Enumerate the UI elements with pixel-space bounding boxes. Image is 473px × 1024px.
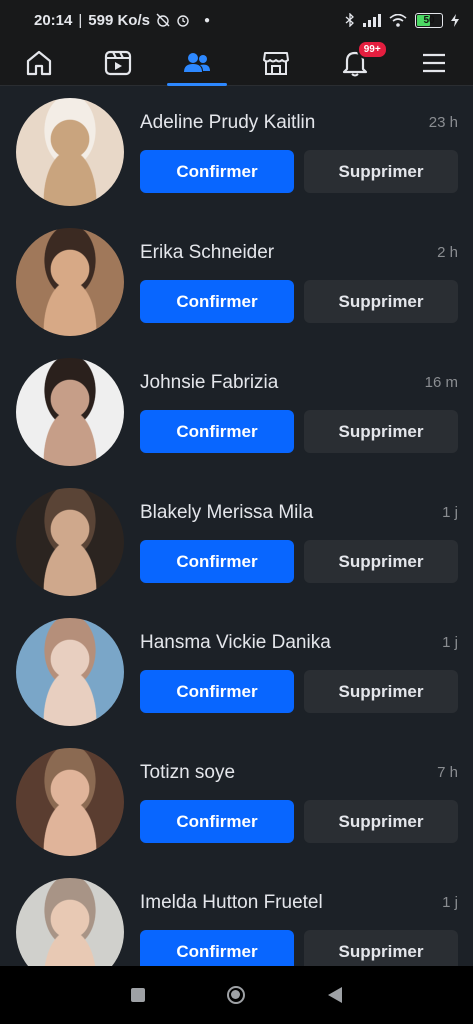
tab-menu[interactable]	[404, 40, 464, 86]
avatar[interactable]	[16, 228, 124, 336]
confirm-button[interactable]: Confirmer	[140, 540, 294, 583]
tab-home[interactable]	[9, 40, 69, 86]
tab-friends[interactable]	[167, 40, 228, 86]
request-time: 23 h	[428, 114, 458, 131]
video-icon	[105, 50, 132, 75]
friend-request-row: Hansma Vickie Danika 1 j Confirmer Suppr…	[0, 606, 473, 736]
status-time: 20:14	[34, 11, 73, 29]
top-navigation: 99+	[0, 39, 473, 86]
request-name[interactable]: Johnsie Fabrizia	[140, 372, 278, 394]
delete-button[interactable]: Supprimer	[304, 540, 458, 583]
request-time: 2 h	[437, 244, 458, 261]
confirm-button[interactable]: Confirmer	[140, 930, 294, 966]
request-time: 1 j	[442, 504, 458, 521]
request-name[interactable]: Adeline Prudy Kaitlin	[140, 112, 315, 134]
request-time: 16 m	[424, 374, 458, 391]
status-bar: 20:14 | 599 Ko/s ● 50	[0, 0, 473, 40]
delete-button[interactable]: Supprimer	[304, 150, 458, 193]
dot-icon: ●	[203, 14, 211, 26]
friend-request-row: Imelda Hutton Fruetel 1 j Confirmer Supp…	[0, 866, 473, 966]
signal-icon	[363, 13, 381, 27]
home-icon	[27, 50, 52, 75]
delete-button[interactable]: Supprimer	[304, 670, 458, 713]
request-name[interactable]: Blakely Merissa Mila	[140, 502, 313, 524]
status-right: 50	[345, 12, 459, 28]
confirm-button[interactable]: Confirmer	[140, 670, 294, 713]
request-time: 1 j	[442, 634, 458, 651]
confirm-button[interactable]: Confirmer	[140, 150, 294, 193]
android-navigation-bar	[0, 966, 473, 1024]
avatar[interactable]	[16, 358, 124, 466]
home-button[interactable]	[227, 986, 246, 1004]
avatar[interactable]	[16, 748, 124, 856]
delete-button[interactable]: Supprimer	[304, 410, 458, 453]
alarm-off-icon	[156, 13, 170, 27]
request-name[interactable]: Hansma Vickie Danika	[140, 632, 331, 654]
menu-icon	[422, 53, 445, 72]
charging-icon	[451, 13, 459, 27]
request-time: 7 h	[437, 764, 458, 781]
delete-button[interactable]: Supprimer	[304, 800, 458, 843]
confirm-button[interactable]: Confirmer	[140, 800, 294, 843]
confirm-button[interactable]: Confirmer	[140, 280, 294, 323]
friends-icon	[184, 52, 211, 72]
request-name[interactable]: Erika Schneider	[140, 242, 274, 264]
bluetooth-icon	[345, 13, 354, 27]
tab-marketplace[interactable]	[246, 40, 306, 86]
confirm-button[interactable]: Confirmer	[140, 410, 294, 453]
delete-button[interactable]: Supprimer	[304, 930, 458, 966]
recents-button[interactable]	[131, 988, 146, 1002]
alarm-icon	[177, 15, 189, 27]
status-left: 20:14 | 599 Ko/s ●	[34, 12, 210, 29]
friend-request-list[interactable]: Adeline Prudy Kaitlin 23 h Confirmer Sup…	[0, 86, 473, 966]
tab-video[interactable]	[88, 40, 148, 86]
delete-button[interactable]: Supprimer	[304, 280, 458, 323]
request-name[interactable]: Totizn soye	[140, 762, 235, 784]
battery-icon: 50	[415, 12, 443, 28]
request-time: 1 j	[442, 894, 458, 911]
avatar[interactable]	[16, 618, 124, 726]
friend-request-row: Johnsie Fabrizia 16 m Confirmer Supprime…	[0, 346, 473, 476]
request-name[interactable]: Imelda Hutton Fruetel	[140, 892, 323, 914]
status-speed: 599 Ko/s	[88, 11, 150, 29]
avatar[interactable]	[16, 878, 124, 966]
battery-level: 50	[423, 14, 435, 26]
avatar[interactable]	[16, 98, 124, 206]
friend-request-row: Adeline Prudy Kaitlin 23 h Confirmer Sup…	[0, 86, 473, 216]
avatar[interactable]	[16, 488, 124, 596]
tab-notifications[interactable]: 99+	[325, 39, 388, 86]
friend-request-row: Blakely Merissa Mila 1 j Confirmer Suppr…	[0, 476, 473, 606]
friend-request-row: Totizn soye 7 h Confirmer Supprimer	[0, 736, 473, 866]
wifi-icon	[389, 13, 407, 27]
marketplace-icon	[262, 51, 289, 75]
notification-badge: 99+	[356, 39, 388, 59]
back-button[interactable]	[327, 987, 342, 1003]
status-separator: |	[78, 11, 83, 29]
friend-request-row: Erika Schneider 2 h Confirmer Supprimer	[0, 216, 473, 346]
